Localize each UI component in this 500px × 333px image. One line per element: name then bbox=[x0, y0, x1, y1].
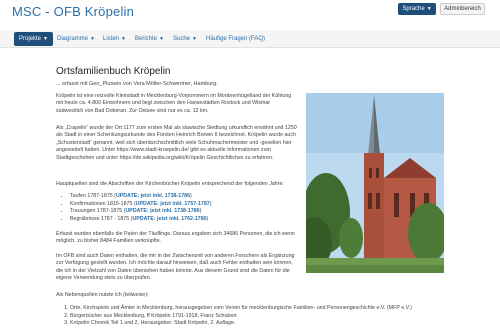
main-navbar: Projekte ▼ Diagramme ▼ Listen ▼ Berichte… bbox=[0, 30, 500, 48]
secondary-sources-list: Orte, Kirchspiele und Ämter in Mecklenbu… bbox=[70, 305, 412, 328]
site-title[interactable]: MSC - OFB Kröpelin bbox=[12, 4, 134, 19]
chevron-down-icon: ▼ bbox=[43, 36, 48, 42]
list-item: Konfirmationen 1815-1875 (UPDATE: jetzt … bbox=[70, 201, 212, 209]
church-image bbox=[306, 93, 444, 273]
language-button-label: Sprache bbox=[402, 6, 425, 12]
update-link[interactable]: UPDATE: jetzt inkl. 1738-1786 bbox=[116, 193, 190, 199]
list-item: Taufen 1787-1875 (UPDATE: jetzt inkl. 17… bbox=[70, 193, 212, 201]
update-link[interactable]: UPDATE: jetzt inkl. 1757-1787 bbox=[136, 201, 210, 207]
page-title: Ortsfamilienbuch Kröpelin bbox=[56, 66, 171, 77]
godparents-paragraph: Erfasst wurden ebenfalls die Paten der T… bbox=[56, 231, 295, 245]
site-header: MSC - OFB Kröpelin Sprache ▼ Adminbereic… bbox=[0, 0, 500, 27]
church-photo bbox=[306, 93, 444, 273]
ofb-note-paragraph: Im OFB sind auch Daten enthalten, die mi… bbox=[56, 253, 295, 282]
update-link[interactable]: UPDATE: jetzt inkl. 1738-1786 bbox=[125, 208, 199, 214]
nav-berichte-label: Berichte bbox=[135, 36, 158, 42]
nav-projekte-label: Projekte bbox=[19, 36, 42, 42]
sources-list: Taufen 1787-1875 (UPDATE: jetzt inkl. 17… bbox=[70, 193, 212, 223]
list-item: Kröpelin Chronik Teil 1 und 2, Herausgeb… bbox=[70, 320, 412, 328]
nav-listen-label: Listen bbox=[103, 36, 120, 42]
intro-paragraph: Kröpelin ist eine reizvolle Kleinstadt i… bbox=[56, 93, 292, 114]
update-link[interactable]: UPDATE: jetzt inkl. 1762-1786 bbox=[132, 216, 206, 222]
nav-diagramme[interactable]: Diagramme ▼ bbox=[57, 32, 95, 46]
nav-suche-label: Suche bbox=[173, 36, 191, 42]
admin-button[interactable]: Adminbereich bbox=[440, 3, 485, 15]
history-paragraph: Als „Crapelin“ wurde der Ort 1177 zum er… bbox=[56, 125, 297, 161]
list-item: Begräbnisse 1787 - 1875 (UPDATE: jetzt i… bbox=[70, 216, 212, 224]
sources-intro: Hauptquellen sind die Abschriften der Ki… bbox=[56, 181, 284, 187]
language-button[interactable]: Sprache ▼ bbox=[398, 3, 436, 15]
nav-projekte[interactable]: Projekte ▼ bbox=[14, 32, 53, 46]
nav-suche[interactable]: Suche ▼ bbox=[173, 32, 197, 46]
chevron-down-icon: ▼ bbox=[159, 36, 164, 42]
nav-faq-label: Häufige Fragen (FAQ) bbox=[206, 36, 266, 42]
chevron-down-icon: ▼ bbox=[121, 36, 126, 42]
chevron-down-icon: ▼ bbox=[90, 36, 95, 42]
list-item: Bürgerbücher aus Mecklenburg, ff Kröpeli… bbox=[70, 313, 412, 321]
list-item: Orte, Kirchspiele und Ämter in Mecklenbu… bbox=[70, 305, 412, 313]
chevron-down-icon: ▼ bbox=[426, 6, 432, 12]
page-subtitle: ... erfasst mit Gen_Pluswin von Vera Möl… bbox=[56, 81, 218, 87]
nav-diagramme-label: Diagramme bbox=[57, 36, 89, 42]
nav-listen[interactable]: Listen ▼ bbox=[103, 32, 126, 46]
chevron-down-icon: ▼ bbox=[192, 36, 197, 42]
nav-faq[interactable]: Häufige Fragen (FAQ) bbox=[206, 32, 265, 46]
nav-berichte[interactable]: Berichte ▼ bbox=[135, 32, 164, 46]
list-item: Trauungen 1787-1875 (UPDATE: jetzt inkl.… bbox=[70, 208, 212, 216]
secondary-intro: Als Nebenquellen nutzte ich (teilweise): bbox=[56, 292, 149, 298]
